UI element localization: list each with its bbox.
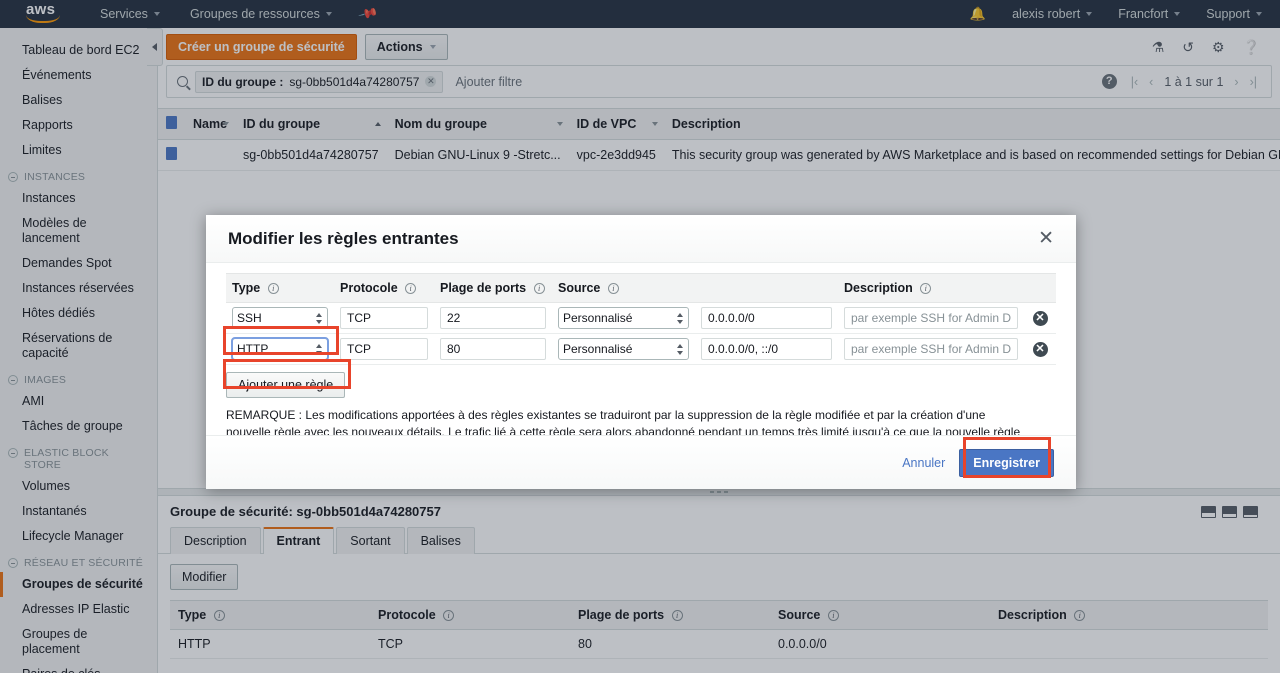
rule-source-value-cell — [695, 333, 838, 365]
rule-ports-cell — [434, 333, 552, 365]
add-rule-button[interactable]: Ajouter une règle — [226, 372, 346, 398]
rule-delete-cell: ✕ — [1024, 302, 1056, 334]
rule-ports-input[interactable] — [440, 338, 546, 360]
rules-column-description: Description i — [838, 273, 1024, 303]
rules-column-protocol-label: Protocole — [340, 281, 398, 295]
rule-source-mode-select[interactable]: PersonnaliséN'importe oùMon IP — [558, 338, 689, 360]
dialog-footer: Annuler Enregistrer — [206, 435, 1076, 489]
rule-source-mode-select[interactable]: PersonnaliséN'importe oùMon IP — [558, 307, 689, 329]
rule-source-input[interactable] — [701, 338, 832, 360]
rule-description-input[interactable] — [844, 307, 1018, 329]
rule-row: SSHHTTPHTTPSTCP personnaliséTout le traf… — [226, 302, 1056, 334]
aws-console-page: aws Services Groupes de ressources 📌 🔔 a… — [0, 0, 1280, 673]
rules-column-actions — [1024, 273, 1056, 303]
dialog-title: Modifier les règles entrantes — [228, 228, 459, 248]
info-icon[interactable]: i — [607, 283, 619, 294]
add-rule-wrapper: Ajouter une règle — [226, 372, 346, 398]
rules-column-ports-label: Plage de ports — [440, 281, 527, 295]
rule-row: SSHHTTPHTTPSTCP personnaliséTout le traf… — [226, 333, 1056, 365]
rule-delete-cell: ✕ — [1024, 333, 1056, 365]
edit-inbound-rules-dialog: Modifier les règles entrantes ✕ Type i P… — [206, 215, 1076, 489]
rules-column-type-label: Type — [232, 281, 261, 295]
rule-source-input[interactable] — [701, 307, 832, 329]
rule-protocol-cell — [334, 302, 434, 334]
save-button[interactable]: Enregistrer — [959, 448, 1054, 477]
dialog-body: Type i Protocole i Plage de ports i Sour… — [206, 263, 1076, 435]
rules-column-protocol: Protocole i — [334, 273, 434, 303]
rules-note-text: REMARQUE : Les modifications apportées à… — [226, 408, 1021, 435]
dialog-header: Modifier les règles entrantes ✕ — [206, 215, 1076, 263]
info-icon[interactable]: i — [920, 283, 932, 294]
rules-editor-table: Type i Protocole i Plage de ports i Sour… — [226, 273, 1056, 365]
rule-type-select[interactable]: SSHHTTPHTTPSTCP personnaliséTout le traf… — [231, 337, 329, 361]
close-icon[interactable]: ✕ — [1038, 229, 1054, 248]
rule-ports-cell — [434, 302, 552, 334]
info-icon[interactable]: i — [405, 283, 417, 294]
delete-circle-icon[interactable]: ✕ — [1032, 342, 1048, 357]
rule-source-value-cell — [695, 302, 838, 334]
rule-ports-input[interactable] — [440, 307, 546, 329]
rule-description-input[interactable] — [844, 338, 1018, 360]
rules-column-ports: Plage de ports i — [434, 273, 552, 303]
rule-protocol-input — [340, 307, 428, 329]
rule-description-cell — [838, 302, 1024, 334]
rule-type-select[interactable]: SSHHTTPHTTPSTCP personnaliséTout le traf… — [232, 307, 328, 329]
rule-type-cell: SSHHTTPHTTPSTCP personnaliséTout le traf… — [226, 333, 334, 365]
rule-source-mode-cell: PersonnaliséN'importe oùMon IP — [552, 333, 695, 365]
info-icon[interactable]: i — [267, 283, 279, 294]
rules-column-source: Source i — [552, 273, 838, 303]
rule-protocol-cell — [334, 333, 434, 365]
rule-source-mode-cell: PersonnaliséN'importe oùMon IP — [552, 302, 695, 334]
rule-description-cell — [838, 333, 1024, 365]
rule-protocol-input — [340, 338, 428, 360]
rules-column-description-label: Description — [844, 281, 913, 295]
cancel-button[interactable]: Annuler — [902, 456, 945, 470]
rules-header-row: Type i Protocole i Plage de ports i Sour… — [226, 273, 1056, 303]
rules-column-source-label: Source — [558, 281, 601, 295]
info-icon[interactable]: i — [533, 283, 545, 294]
rules-column-type: Type i — [226, 273, 334, 303]
delete-circle-icon[interactable]: ✕ — [1032, 311, 1048, 326]
rule-type-cell: SSHHTTPHTTPSTCP personnaliséTout le traf… — [226, 302, 334, 334]
